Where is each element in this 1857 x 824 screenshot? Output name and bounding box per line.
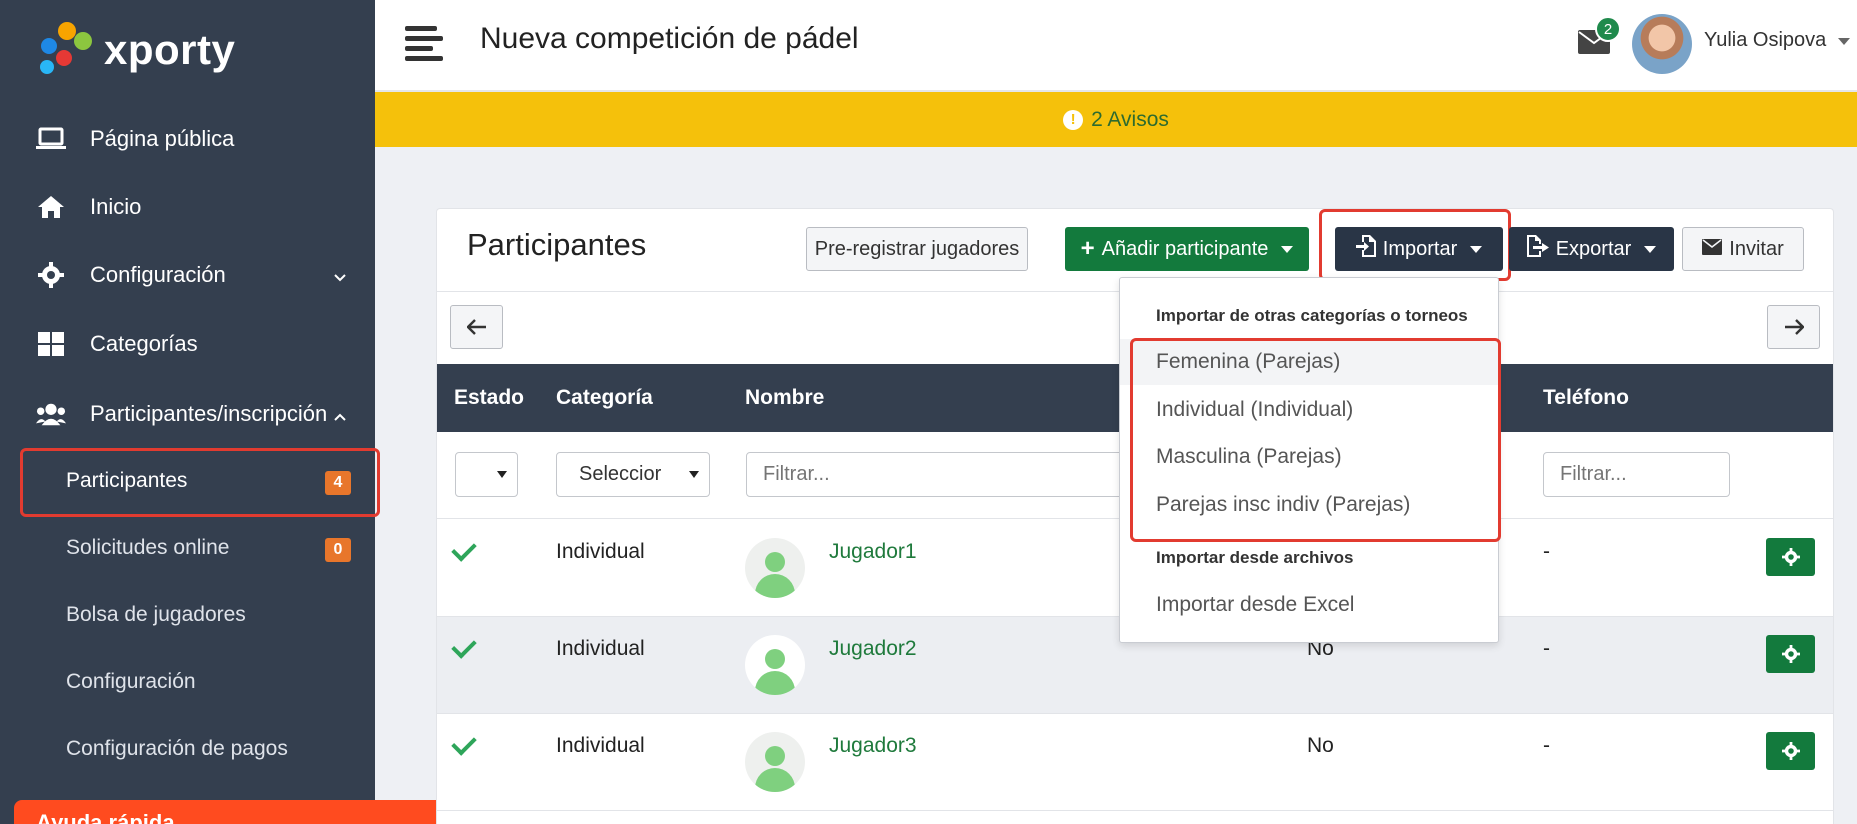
mail-count-badge: 2	[1595, 16, 1621, 42]
sidebar-subitem-online-requests[interactable]: Solicitudes online 0	[0, 519, 375, 577]
dropdown-header-files: Importar desde archivos	[1156, 548, 1354, 567]
row-category: Individual	[556, 637, 645, 660]
card-title: Participantes	[467, 227, 647, 262]
avatar[interactable]	[1632, 14, 1692, 74]
sidebar-item-label: Participantes/inscripción	[90, 401, 328, 426]
user-name[interactable]: Yulia Osipova	[1704, 29, 1826, 52]
plus-icon: +	[1080, 235, 1095, 262]
status-filter-select[interactable]	[455, 452, 518, 497]
gear-icon	[1781, 645, 1800, 663]
chevron-up-icon	[333, 404, 347, 430]
sidebar-item-label: Página pública	[90, 126, 235, 151]
page-title: Nueva competición de pádel	[480, 22, 859, 55]
caret-down-icon[interactable]	[1838, 38, 1850, 45]
row-phone: -	[1543, 540, 1550, 563]
table-row[interactable]: Individual Jugador3 No -	[437, 714, 1833, 811]
quick-help-button[interactable]: Ayuda rápida	[14, 800, 494, 824]
grid-icon	[36, 329, 66, 359]
caret-down-icon	[1281, 245, 1294, 253]
name-filter-input[interactable]	[746, 452, 1126, 497]
column-header-category[interactable]: Categoría	[556, 386, 653, 410]
sidebar-subitem-payment-config[interactable]: Configuración de pagos	[0, 720, 375, 778]
sidebar-item-config[interactable]: Configuración	[0, 245, 375, 305]
sidebar-item-public-page[interactable]: Página pública	[0, 109, 375, 169]
menu-toggle-icon[interactable]	[405, 26, 443, 62]
sidebar-item-label: Categorías	[90, 331, 198, 356]
add-participant-button[interactable]: + Añadir participante	[1065, 227, 1309, 271]
file-export-icon	[1526, 235, 1549, 263]
gear-icon	[1781, 742, 1800, 760]
phone-filter-input[interactable]	[1543, 452, 1730, 497]
column-header-name[interactable]: Nombre	[745, 386, 824, 410]
users-icon	[36, 399, 66, 429]
laptop-icon	[36, 124, 66, 154]
caret-down-icon	[497, 471, 507, 478]
brand-logo[interactable]: xporty	[38, 22, 235, 78]
exclamation-icon: !	[1063, 109, 1084, 130]
warnings-text: 2 Avisos	[1091, 107, 1169, 131]
sidebar-item-participants-registration[interactable]: Participantes/inscripción	[0, 384, 375, 444]
preregister-button[interactable]: Pre-registrar jugadores	[806, 227, 1028, 271]
column-header-phone[interactable]: Teléfono	[1543, 386, 1629, 410]
row-settings-button[interactable]	[1766, 635, 1815, 673]
xporty-logo-icon	[38, 22, 94, 78]
add-participant-label: Añadir participante	[1101, 237, 1269, 260]
player-avatar-icon	[745, 732, 805, 792]
row-category: Individual	[556, 734, 645, 757]
player-name-link[interactable]: Jugador3	[829, 734, 917, 758]
quick-help-label: Ayuda rápida	[36, 810, 175, 824]
export-label: Exportar	[1555, 237, 1632, 260]
sidebar-item-label: Inicio	[90, 194, 142, 219]
warnings-bar[interactable]: ! 2 Avisos	[375, 92, 1857, 147]
highlight-box	[20, 448, 380, 517]
top-bar: Nueva competición de pádel 2 Yulia Osipo…	[375, 0, 1857, 92]
caret-down-icon	[1644, 245, 1657, 253]
gear-icon	[36, 260, 66, 290]
sidebar: xporty Página pública Inicio Configuraci…	[0, 0, 380, 824]
chevron-down-icon	[333, 265, 347, 291]
highlight-box	[1319, 209, 1511, 281]
sidebar-subitem-label: Configuración de pagos	[66, 737, 288, 760]
sidebar-subitem-label: Bolsa de jugadores	[66, 603, 246, 626]
brand-name: xporty	[104, 26, 236, 73]
arrow-left-icon	[466, 319, 486, 335]
check-icon	[451, 536, 477, 562]
import-from-excel-item[interactable]: Importar desde Excel	[1120, 582, 1498, 628]
player-name-link[interactable]: Jugador2	[829, 637, 917, 661]
player-avatar-icon	[745, 635, 805, 695]
scroll-right-button[interactable]	[1767, 305, 1820, 349]
sidebar-item-home[interactable]: Inicio	[0, 177, 375, 237]
column-header-status[interactable]: Estado	[454, 386, 524, 410]
scroll-left-button[interactable]	[450, 305, 503, 349]
dropdown-header-other: Importar de otras categorías o torneos	[1156, 306, 1468, 325]
category-filter-select[interactable]: Seleccior	[556, 452, 710, 497]
invite-label: Invitar	[1729, 237, 1784, 260]
sidebar-subitem-label: Solicitudes online	[66, 536, 230, 559]
row-phone: -	[1543, 734, 1550, 757]
sidebar-subitem-label: Configuración	[66, 670, 196, 693]
row-category: Individual	[556, 540, 645, 563]
gear-icon	[1781, 548, 1800, 566]
sidebar-subitem-configuration[interactable]: Configuración	[0, 653, 375, 711]
invite-button[interactable]: Invitar	[1682, 227, 1804, 271]
sidebar-subitem-player-pool[interactable]: Bolsa de jugadores	[0, 586, 375, 644]
row-settings-button[interactable]	[1766, 538, 1815, 576]
sidebar-item-label: Configuración	[90, 262, 226, 287]
row-settings-button[interactable]	[1766, 732, 1815, 770]
check-icon	[451, 633, 477, 659]
caret-down-icon	[689, 471, 699, 478]
sidebar-item-categories[interactable]: Categorías	[0, 314, 375, 374]
player-avatar-icon	[745, 538, 805, 598]
envelope-icon	[1702, 238, 1723, 261]
row-extra: No	[1307, 734, 1334, 757]
row-phone: -	[1543, 637, 1550, 660]
home-icon	[36, 192, 66, 222]
check-icon	[451, 730, 477, 756]
export-button[interactable]: Exportar	[1509, 227, 1674, 271]
highlight-box	[1130, 338, 1501, 542]
count-badge: 0	[325, 538, 351, 562]
category-filter-value: Seleccior	[579, 463, 662, 485]
player-name-link[interactable]: Jugador1	[829, 540, 917, 564]
arrow-right-icon	[1784, 319, 1804, 335]
